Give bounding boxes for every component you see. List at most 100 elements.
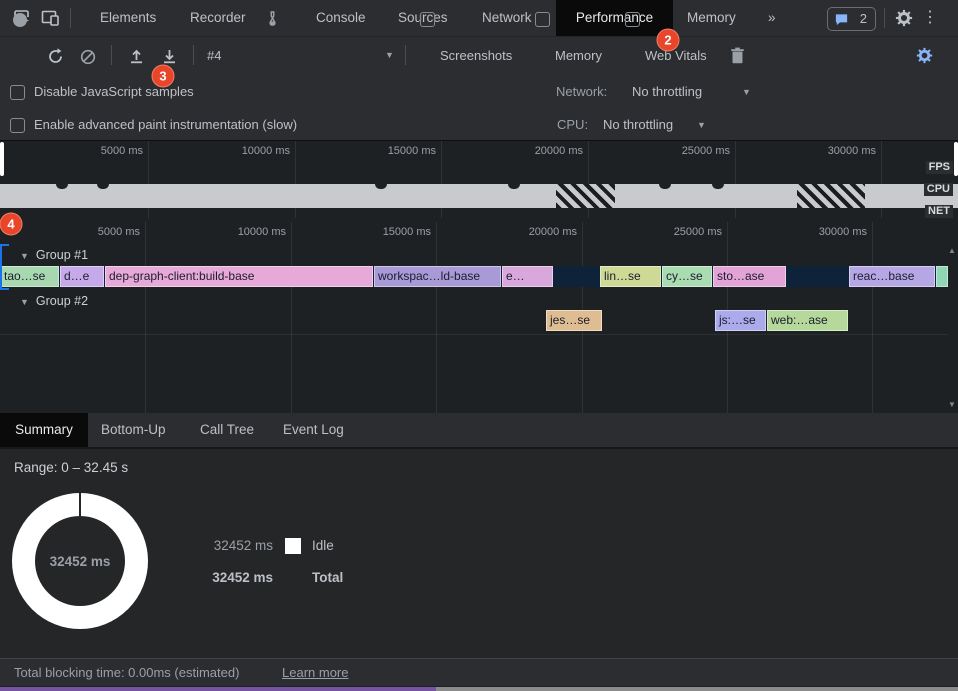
time-tick: 30000 ms [790, 145, 876, 157]
flame-bar[interactable]: web:…ase [767, 310, 848, 331]
tab-label: Performance [576, 10, 653, 25]
tab-recorder[interactable]: Recorder [190, 0, 246, 36]
disable-js-samples-checkbox[interactable] [10, 85, 25, 100]
chat-count: 2 [860, 8, 867, 30]
screenshots-checkbox[interactable] [420, 12, 435, 27]
time-tick: 20000 ms [491, 226, 577, 238]
lane-label-net: NET [925, 205, 953, 218]
overview-right-handle[interactable] [954, 142, 958, 176]
time-tick: 5000 ms [54, 226, 140, 238]
overview-left-handle[interactable] [0, 142, 4, 176]
flame-bar[interactable]: tao…se [0, 266, 59, 287]
flame-bar[interactable]: jes…se [546, 310, 602, 331]
web-vitals-checkbox[interactable] [625, 12, 640, 27]
cpu-throttle-label: CPU: [557, 117, 588, 132]
tutorial-badge-3[interactable]: 3 [152, 65, 175, 88]
network-throttle-select[interactable]: No throttling [632, 84, 702, 99]
tab-summary[interactable]: Summary [0, 413, 88, 447]
desktop-strip-gray [436, 687, 958, 691]
session-select[interactable]: #4 [207, 37, 221, 74]
tab-network[interactable]: Network [482, 0, 532, 36]
download-profile-icon[interactable] [161, 48, 178, 64]
summary-panel: Range: 0 – 32.45 s 32452 ms 32452 ms Idle… [0, 449, 958, 658]
tab-console[interactable]: Console [316, 0, 366, 36]
toolbar-separator [111, 45, 112, 65]
clear-icon[interactable] [80, 49, 96, 65]
scrollbar-down-arrow[interactable]: ▼ [946, 400, 958, 409]
tutorial-badge-2[interactable]: 2 [657, 29, 680, 52]
recorder-flask-icon [266, 11, 279, 26]
memory-checkbox-label: Memory [555, 37, 602, 74]
performance-toolbar: #4 ▼ ScreenshotsMemoryWeb Vitals [0, 37, 958, 74]
chat-bubble-icon [834, 12, 849, 27]
legend-label: Idle [312, 538, 334, 554]
learn-more-link[interactable]: Learn more [282, 659, 348, 687]
lane-label-fps: FPS [926, 161, 953, 174]
toolbar-separator [70, 8, 71, 28]
flame-bar[interactable]: workspac…ld-base [374, 266, 501, 287]
tab-call-tree[interactable]: Call Tree [200, 413, 254, 447]
tab-memory[interactable]: Memory [687, 0, 736, 36]
toolbar-separator [405, 45, 406, 65]
time-tick: 30000 ms [781, 226, 867, 238]
tab-performance[interactable]: Performance [556, 0, 673, 36]
flame-bar[interactable]: dep-graph-client:build-base [105, 266, 373, 287]
flame-bar[interactable]: d…e [60, 266, 104, 287]
time-tick: 15000 ms [350, 145, 436, 157]
gridline [872, 222, 873, 413]
chat-button[interactable]: 2 [827, 7, 876, 31]
footer-bar: Total blocking time: 0.00ms (estimated) … [0, 658, 958, 686]
collapse-arrow-icon[interactable]: ▼ [20, 297, 29, 307]
range-text: Range: 0 – 32.45 s [14, 460, 128, 475]
cpu-busy-region [797, 184, 865, 208]
timeline-overview[interactable]: 5000 ms10000 ms15000 ms20000 ms25000 ms3… [0, 140, 958, 219]
flame-bar[interactable]: sto…ase [713, 266, 786, 287]
legend-value: 32452 ms [160, 570, 273, 586]
flame-bar[interactable]: cy…se [662, 266, 712, 287]
gridline [145, 222, 146, 413]
settings-gear-icon[interactable] [895, 9, 913, 27]
flame-chart[interactable]: 5000 ms10000 ms15000 ms20000 ms25000 ms3… [0, 218, 958, 413]
time-tick: 5000 ms [57, 145, 143, 157]
collapse-arrow-icon[interactable]: ▼ [20, 251, 29, 261]
trash-icon[interactable] [730, 47, 745, 64]
tab-event-log[interactable]: Event Log [283, 413, 344, 447]
flame-bar[interactable]: e… [502, 266, 553, 287]
capture-settings-gear-icon[interactable] [916, 47, 933, 64]
tab-bottom-up[interactable]: Bottom-Up [101, 413, 166, 447]
time-tick: 10000 ms [204, 145, 290, 157]
network-throttle-label: Network: [556, 84, 607, 99]
legend-swatch [285, 538, 301, 554]
upload-profile-icon[interactable] [128, 48, 145, 64]
record-button[interactable] [13, 13, 27, 27]
paint-instrumentation-label: Enable advanced paint instrumentation (s… [34, 117, 297, 132]
devtools-tabbar: ElementsRecorderConsoleSourcesNetworkPer… [0, 0, 958, 37]
cpu-throttle-select[interactable]: No throttling [603, 117, 673, 132]
memory-checkbox[interactable] [535, 12, 550, 27]
disable-js-samples-label: Disable JavaScript samples [34, 84, 194, 99]
more-options-menu-icon[interactable]: ⋮ [922, 6, 936, 30]
group-1-header[interactable]: ▼Group #1 [20, 246, 88, 264]
network-throttle-arrow[interactable]: ▼ [742, 87, 751, 97]
flame-bar[interactable]: lin…se [600, 266, 661, 287]
cpu-throttle-arrow[interactable]: ▼ [697, 120, 706, 130]
more-tabs-chevron[interactable]: » [768, 0, 776, 36]
session-dropdown-arrow[interactable]: ▼ [385, 37, 394, 74]
screenshots-checkbox-label: Screenshots [440, 37, 512, 74]
devtools-window: ElementsRecorderConsoleSourcesNetworkPer… [0, 0, 958, 691]
group-2-header[interactable]: ▼ Group #2 [20, 292, 88, 310]
flame-bar[interactable] [936, 266, 948, 287]
lane-label-cpu: CPU [924, 183, 953, 196]
device-toolbar-icon[interactable] [41, 9, 60, 27]
time-tick: 25000 ms [644, 145, 730, 157]
tab-elements[interactable]: Elements [100, 0, 156, 36]
tutorial-badge-4[interactable]: 4 [0, 213, 23, 236]
reload-icon[interactable] [47, 48, 64, 65]
flame-bar[interactable]: reac…base [849, 266, 935, 287]
group-2-label: Group #2 [36, 294, 88, 308]
selection-bracket [0, 244, 2, 290]
paint-instrumentation-checkbox[interactable] [10, 118, 25, 133]
flame-bar[interactable]: js:…se [715, 310, 766, 331]
scrollbar-up-arrow[interactable]: ▲ [946, 246, 958, 255]
legend-value: 32452 ms [160, 538, 273, 554]
